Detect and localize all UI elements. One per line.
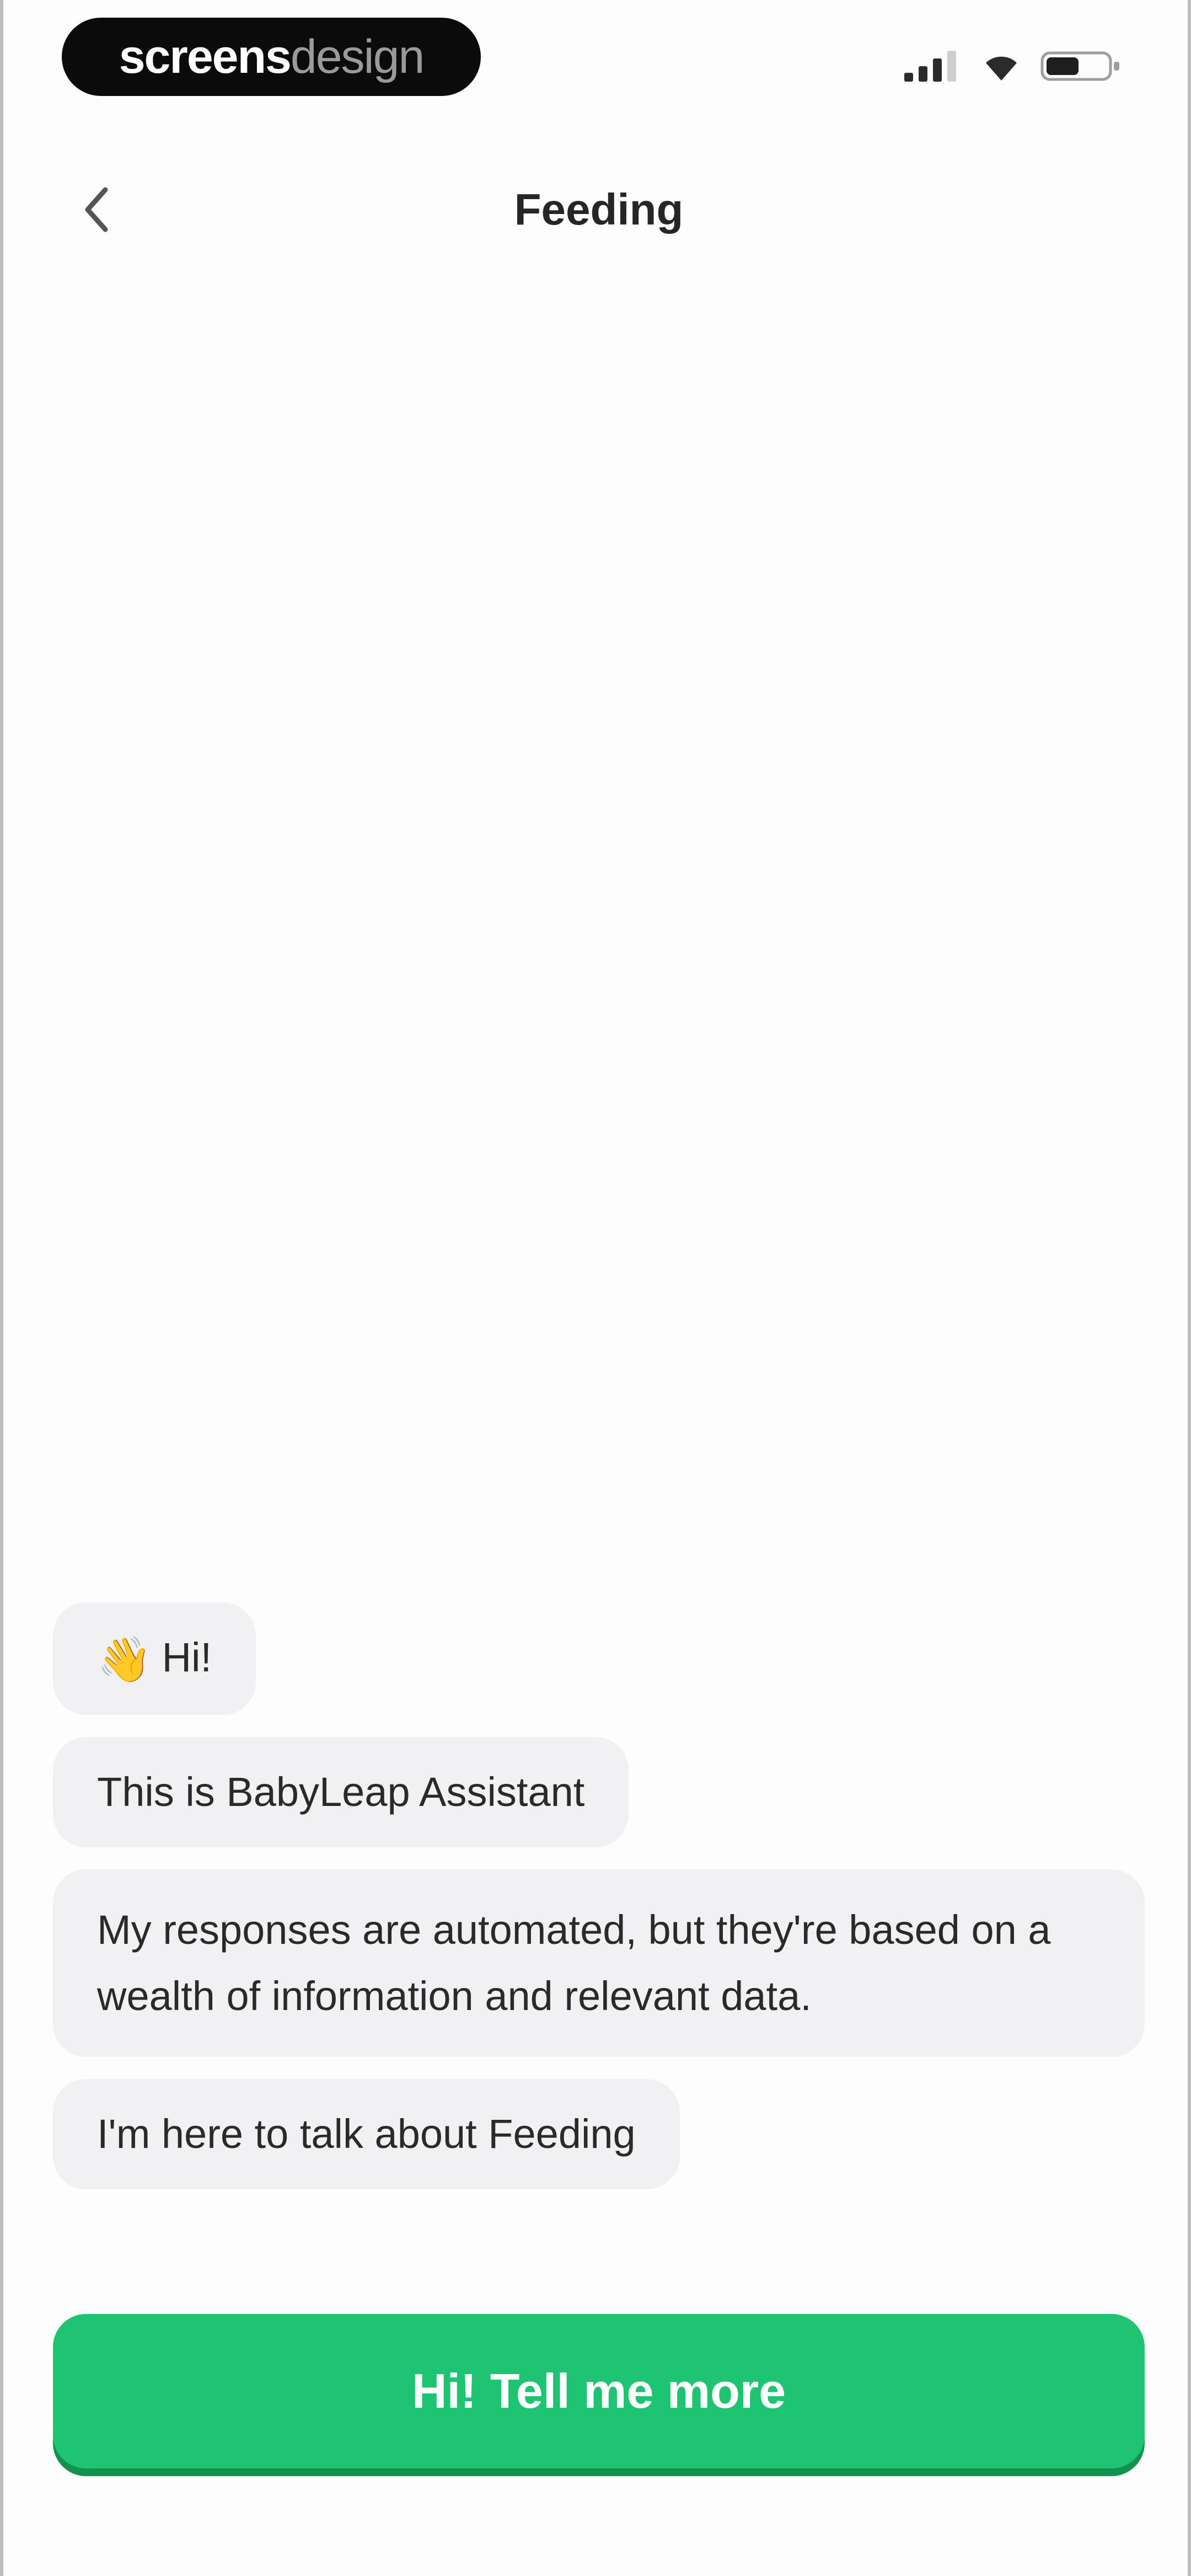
chevron-left-icon xyxy=(85,187,108,232)
chat-bubble-disclaimer: My responses are automated, but they're … xyxy=(53,1869,1145,2057)
brand-text-light: design xyxy=(290,30,425,83)
tell-me-more-label: Hi! Tell me more xyxy=(411,2364,786,2418)
chat-bubble-text: I'm here to talk about Feeding xyxy=(97,2111,636,2157)
chat-thread: 👋 Hi! This is BabyLeap Assistant My respo… xyxy=(53,1602,1156,2189)
wifi-icon xyxy=(986,56,1017,81)
brand-badge: screensdesign xyxy=(62,18,481,96)
chat-bubble-greeting: 👋 Hi! xyxy=(53,1602,256,1715)
nav-header: Feeding xyxy=(3,149,1191,270)
page-title: Feeding xyxy=(514,185,684,234)
chat-bubble-text: This is BabyLeap Assistant xyxy=(97,1769,585,1815)
brand-text: screensdesign xyxy=(119,30,425,83)
chat-bubble-text: Hi! xyxy=(162,1634,212,1680)
back-button[interactable] xyxy=(64,171,130,248)
tell-me-more-button[interactable]: Hi! Tell me more xyxy=(53,2314,1145,2468)
battery-icon xyxy=(1040,51,1119,81)
signal-icon xyxy=(904,51,956,82)
chat-bubble-intro: This is BabyLeap Assistant xyxy=(53,1737,629,1847)
waving-hand-icon: 👋 xyxy=(97,1635,152,1684)
brand-text-strong: screens xyxy=(119,30,292,83)
status-bar: screensdesign xyxy=(3,0,1191,116)
app-screen: screensdesign Feeding 👋 Hi! This is Baby… xyxy=(0,0,1191,2576)
chat-bubble-text: My responses are automated, but they're … xyxy=(97,1907,1051,2019)
chat-bubble-topic: I'm here to talk about Feeding xyxy=(53,2079,680,2189)
